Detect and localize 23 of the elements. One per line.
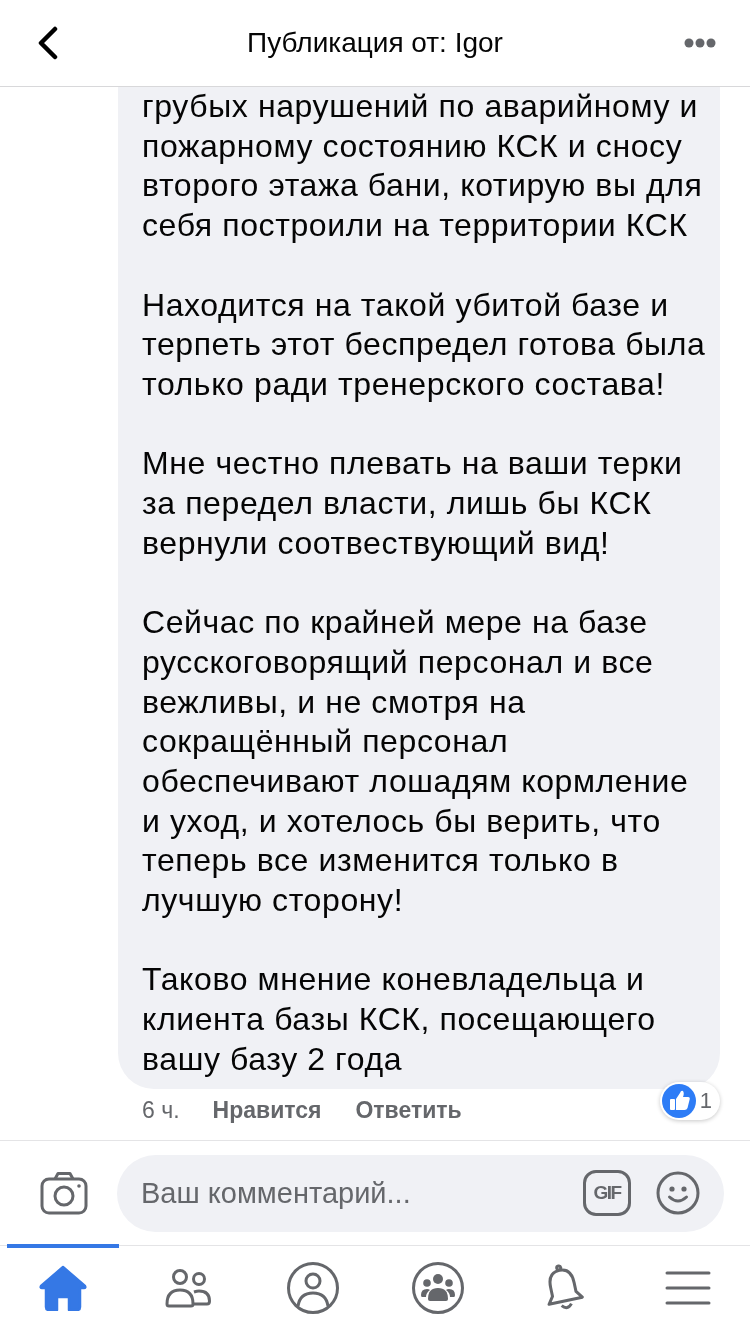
reply-link[interactable]: Ответить bbox=[355, 1097, 462, 1124]
profile-icon bbox=[286, 1262, 339, 1314]
home-icon bbox=[38, 1265, 87, 1311]
comment-paragraph: Мне честно плевать на ваши терки за передел власти, лишь бы КСК вернули соотвествующий вид! bbox=[142, 444, 684, 563]
comment-paragraph: Находится на такой убитой базе и терпеть этот беспредел готова была только ради тренерского состава! bbox=[142, 285, 707, 404]
comment-paragraph: грубых нарушений по аварийному и пожарному состоянию КСК и сносу второго этажа бани, котирую вы для себя построили на территории КСК bbox=[142, 87, 704, 246]
more-icon[interactable] bbox=[684, 38, 716, 48]
emoji-icon[interactable] bbox=[656, 1171, 700, 1215]
menu-icon bbox=[664, 1270, 711, 1306]
friends-icon bbox=[163, 1268, 212, 1308]
comment-paragraph: Таково мнение коневладельца и клиента базы КСК, посещающего вашу базу 2 года bbox=[142, 960, 657, 1079]
like-link[interactable]: Нравится bbox=[212, 1097, 322, 1124]
groups-icon bbox=[411, 1262, 464, 1314]
gif-button[interactable]: GIF bbox=[583, 1170, 631, 1216]
comment-input-field[interactable]: Ваш комментарий... GIF bbox=[117, 1154, 724, 1232]
comment-paragraph: Сейчас по крайней мере на базе русскоговорящий персонал и все вежливы, и не смотря на сокращённый персонал обеспечивают лошадям кормление и уход, и хотелось бы верить, что теперь все изменится только в лучшую сторону! bbox=[142, 603, 690, 920]
back-icon[interactable] bbox=[37, 26, 59, 60]
page-title: Публикация от: Igor bbox=[247, 27, 503, 59]
reaction-badge[interactable]: 1 bbox=[659, 1081, 720, 1120]
reaction-count: 1 bbox=[699, 1086, 712, 1115]
comment-time: 6 ч. bbox=[142, 1097, 180, 1124]
camera-icon[interactable] bbox=[40, 1171, 88, 1215]
like-icon bbox=[661, 1083, 696, 1118]
